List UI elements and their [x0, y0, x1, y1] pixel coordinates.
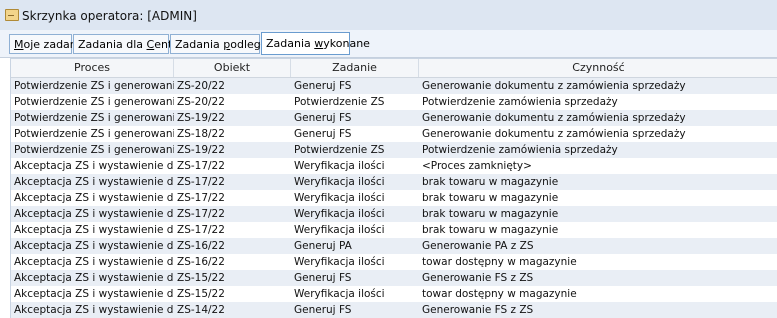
tab-label: ykonane	[323, 37, 370, 50]
cell-activity: brak towaru w magazynie	[422, 208, 559, 220]
table-row[interactable]: Potwierdzenie ZS i generowanie FSZS-20/2…	[11, 94, 777, 110]
completed-tasks-grid: Proces Obiekt Zadanie Czynność Potwierdz…	[10, 58, 777, 318]
cell-task: Weryfikacja ilości	[294, 224, 385, 236]
tab-tasks-for-center[interactable]: Zadania dla Centrum	[73, 34, 195, 54]
column-header-process[interactable]: Proces	[11, 59, 174, 77]
inbox-icon	[5, 9, 19, 21]
table-row[interactable]: Akceptacja ZS i wystawienie dokumenZS-17…	[11, 206, 777, 222]
tab-label: Zadania dla	[78, 38, 147, 51]
cell-task: Generuj PA	[294, 240, 352, 252]
cell-process: Potwierdzenie ZS i generowanie FS	[14, 128, 174, 140]
table-row[interactable]: Akceptacja ZS i wystawienie dokumenZS-15…	[11, 270, 777, 286]
cell-object: ZS-20/22	[177, 80, 225, 92]
cell-process: Akceptacja ZS i wystawienie dokumen	[14, 256, 174, 268]
cell-task: Weryfikacja ilości	[294, 192, 385, 204]
cell-activity: Generowanie FS z ZS	[422, 272, 534, 284]
cell-activity: <Proces zamknięty>	[422, 160, 532, 172]
cell-process: Akceptacja ZS i wystawienie dokumen	[14, 176, 174, 188]
cell-activity: Generowanie FS z ZS	[422, 304, 534, 316]
grid-rows: Potwierdzenie ZS i generowanie FSZS-20/2…	[11, 78, 777, 318]
cell-task: Weryfikacja ilości	[294, 208, 385, 220]
cell-process: Akceptacja ZS i wystawienie dokumen	[14, 240, 174, 252]
cell-activity: brak towaru w magazynie	[422, 224, 559, 236]
tab-strip: Moje zadania Zadania dla Centrum Zadania…	[0, 30, 777, 58]
cell-process: Potwierdzenie ZS i generowanie FS	[14, 96, 174, 108]
cell-task: Weryfikacja ilości	[294, 160, 385, 172]
table-row[interactable]: Akceptacja ZS i wystawienie dokumenZS-16…	[11, 238, 777, 254]
window-title: Skrzynka operatora: [ADMIN]	[22, 9, 197, 23]
column-header-activity[interactable]: Czynność	[419, 59, 777, 77]
cell-process: Akceptacja ZS i wystawienie dokumen	[14, 224, 174, 236]
table-row[interactable]: Potwierdzenie ZS i generowanie FSZS-19/2…	[11, 110, 777, 126]
table-row[interactable]: Akceptacja ZS i wystawienie dokumenZS-17…	[11, 158, 777, 174]
cell-object: ZS-17/22	[177, 208, 225, 220]
table-row[interactable]: Akceptacja ZS i wystawienie dokumenZS-14…	[11, 302, 777, 318]
table-row[interactable]: Akceptacja ZS i wystawienie dokumenZS-17…	[11, 174, 777, 190]
cell-process: Potwierdzenie ZS i generowanie FS	[14, 112, 174, 124]
cell-task: Generuj FS	[294, 112, 352, 124]
tab-accelerator: M	[14, 38, 24, 51]
cell-activity: Potwierdzenie zamówienia sprzedaży	[422, 144, 618, 156]
cell-object: ZS-17/22	[177, 176, 225, 188]
cell-object: ZS-15/22	[177, 272, 225, 284]
cell-process: Akceptacja ZS i wystawienie dokumen	[14, 272, 174, 284]
cell-process: Akceptacja ZS i wystawienie dokumen	[14, 304, 174, 316]
table-row[interactable]: Potwierdzenie ZS i generowanie FSZS-20/2…	[11, 78, 777, 94]
cell-task: Potwierdzenie ZS	[294, 144, 385, 156]
cell-task: Generuj FS	[294, 80, 352, 92]
cell-task: Weryfikacja ilości	[294, 176, 385, 188]
cell-process: Akceptacja ZS i wystawienie dokumen	[14, 160, 174, 172]
tab-accelerator: w	[314, 37, 324, 50]
cell-activity: Generowanie dokumentu z zamówienia sprze…	[422, 128, 686, 140]
cell-process: Akceptacja ZS i wystawienie dokumen	[14, 208, 174, 220]
cell-object: ZS-17/22	[177, 224, 225, 236]
cell-process: Potwierdzenie ZS i generowanie FS	[14, 80, 174, 92]
table-row[interactable]: Potwierdzenie ZS i generowanie FSZS-18/2…	[11, 126, 777, 142]
cell-activity: brak towaru w magazynie	[422, 176, 559, 188]
cell-activity: Generowanie dokumentu z zamówienia sprze…	[422, 112, 686, 124]
cell-task: Weryfikacja ilości	[294, 256, 385, 268]
cell-object: ZS-16/22	[177, 240, 225, 252]
tab-label: Zadania	[266, 37, 315, 50]
cell-activity: Potwierdzenie zamówienia sprzedaży	[422, 96, 618, 108]
tab-label: Zadania	[175, 38, 224, 51]
column-header-object[interactable]: Obiekt	[174, 59, 291, 77]
cell-activity: towar dostępny w magazynie	[422, 256, 577, 268]
table-row[interactable]: Akceptacja ZS i wystawienie dokumenZS-17…	[11, 190, 777, 206]
tab-subordinate-tasks[interactable]: Zadania podległych	[170, 34, 283, 54]
cell-object: ZS-17/22	[177, 160, 225, 172]
cell-object: ZS-19/22	[177, 112, 225, 124]
operator-inbox-window: Skrzynka operatora: [ADMIN] Moje zadania…	[0, 0, 777, 318]
column-header-task[interactable]: Zadanie	[291, 59, 419, 77]
title-bar: Skrzynka operatora: [ADMIN]	[0, 0, 777, 31]
table-row[interactable]: Akceptacja ZS i wystawienie dokumenZS-15…	[11, 286, 777, 302]
cell-activity: towar dostępny w magazynie	[422, 288, 577, 300]
cell-object: ZS-15/22	[177, 288, 225, 300]
cell-object: ZS-14/22	[177, 304, 225, 316]
table-row[interactable]: Potwierdzenie ZS i generowanie FSZS-19/2…	[11, 142, 777, 158]
cell-object: ZS-17/22	[177, 192, 225, 204]
cell-task: Generuj FS	[294, 272, 352, 284]
cell-process: Akceptacja ZS i wystawienie dokumen	[14, 288, 174, 300]
cell-task: Generuj FS	[294, 304, 352, 316]
cell-activity: Generowanie dokumentu z zamówienia sprze…	[422, 80, 686, 92]
tab-completed-tasks[interactable]: Zadania wykonane	[261, 32, 370, 55]
cell-process: Potwierdzenie ZS i generowanie FS	[14, 144, 174, 156]
cell-object: ZS-19/22	[177, 144, 225, 156]
cell-task: Generuj FS	[294, 128, 352, 140]
grid-header: Proces Obiekt Zadanie Czynność	[11, 59, 777, 78]
cell-object: ZS-18/22	[177, 128, 225, 140]
table-row[interactable]: Akceptacja ZS i wystawienie dokumenZS-16…	[11, 254, 777, 270]
tab-my-tasks[interactable]: Moje zadania	[9, 34, 87, 54]
cell-object: ZS-16/22	[177, 256, 225, 268]
cell-task: Weryfikacja ilości	[294, 288, 385, 300]
cell-task: Potwierdzenie ZS	[294, 96, 385, 108]
cell-object: ZS-20/22	[177, 96, 225, 108]
cell-activity: Generowanie PA z ZS	[422, 240, 534, 252]
cell-process: Akceptacja ZS i wystawienie dokumen	[14, 192, 174, 204]
table-row[interactable]: Akceptacja ZS i wystawienie dokumenZS-17…	[11, 222, 777, 238]
cell-activity: brak towaru w magazynie	[422, 192, 559, 204]
